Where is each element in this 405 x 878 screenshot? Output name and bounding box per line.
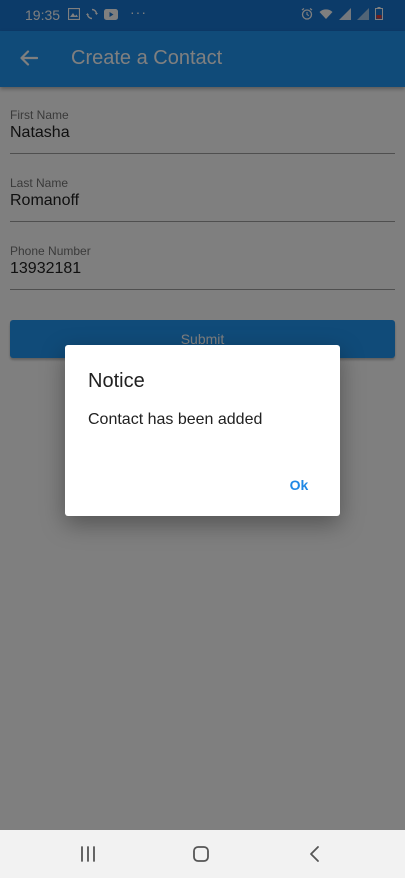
back-icon (310, 846, 319, 862)
ok-button[interactable]: Ok (274, 467, 324, 503)
system-nav-bar (0, 830, 405, 878)
nav-back-button[interactable] (302, 842, 326, 866)
dialog-message: Contact has been added (88, 411, 263, 428)
notice-dialog: Notice Contact has been added Ok (65, 345, 340, 516)
recent-apps-icon (81, 846, 95, 862)
dialog-title: Notice (88, 370, 145, 392)
recent-apps-button[interactable] (76, 842, 100, 866)
home-button[interactable] (189, 842, 213, 866)
home-icon (193, 846, 209, 862)
